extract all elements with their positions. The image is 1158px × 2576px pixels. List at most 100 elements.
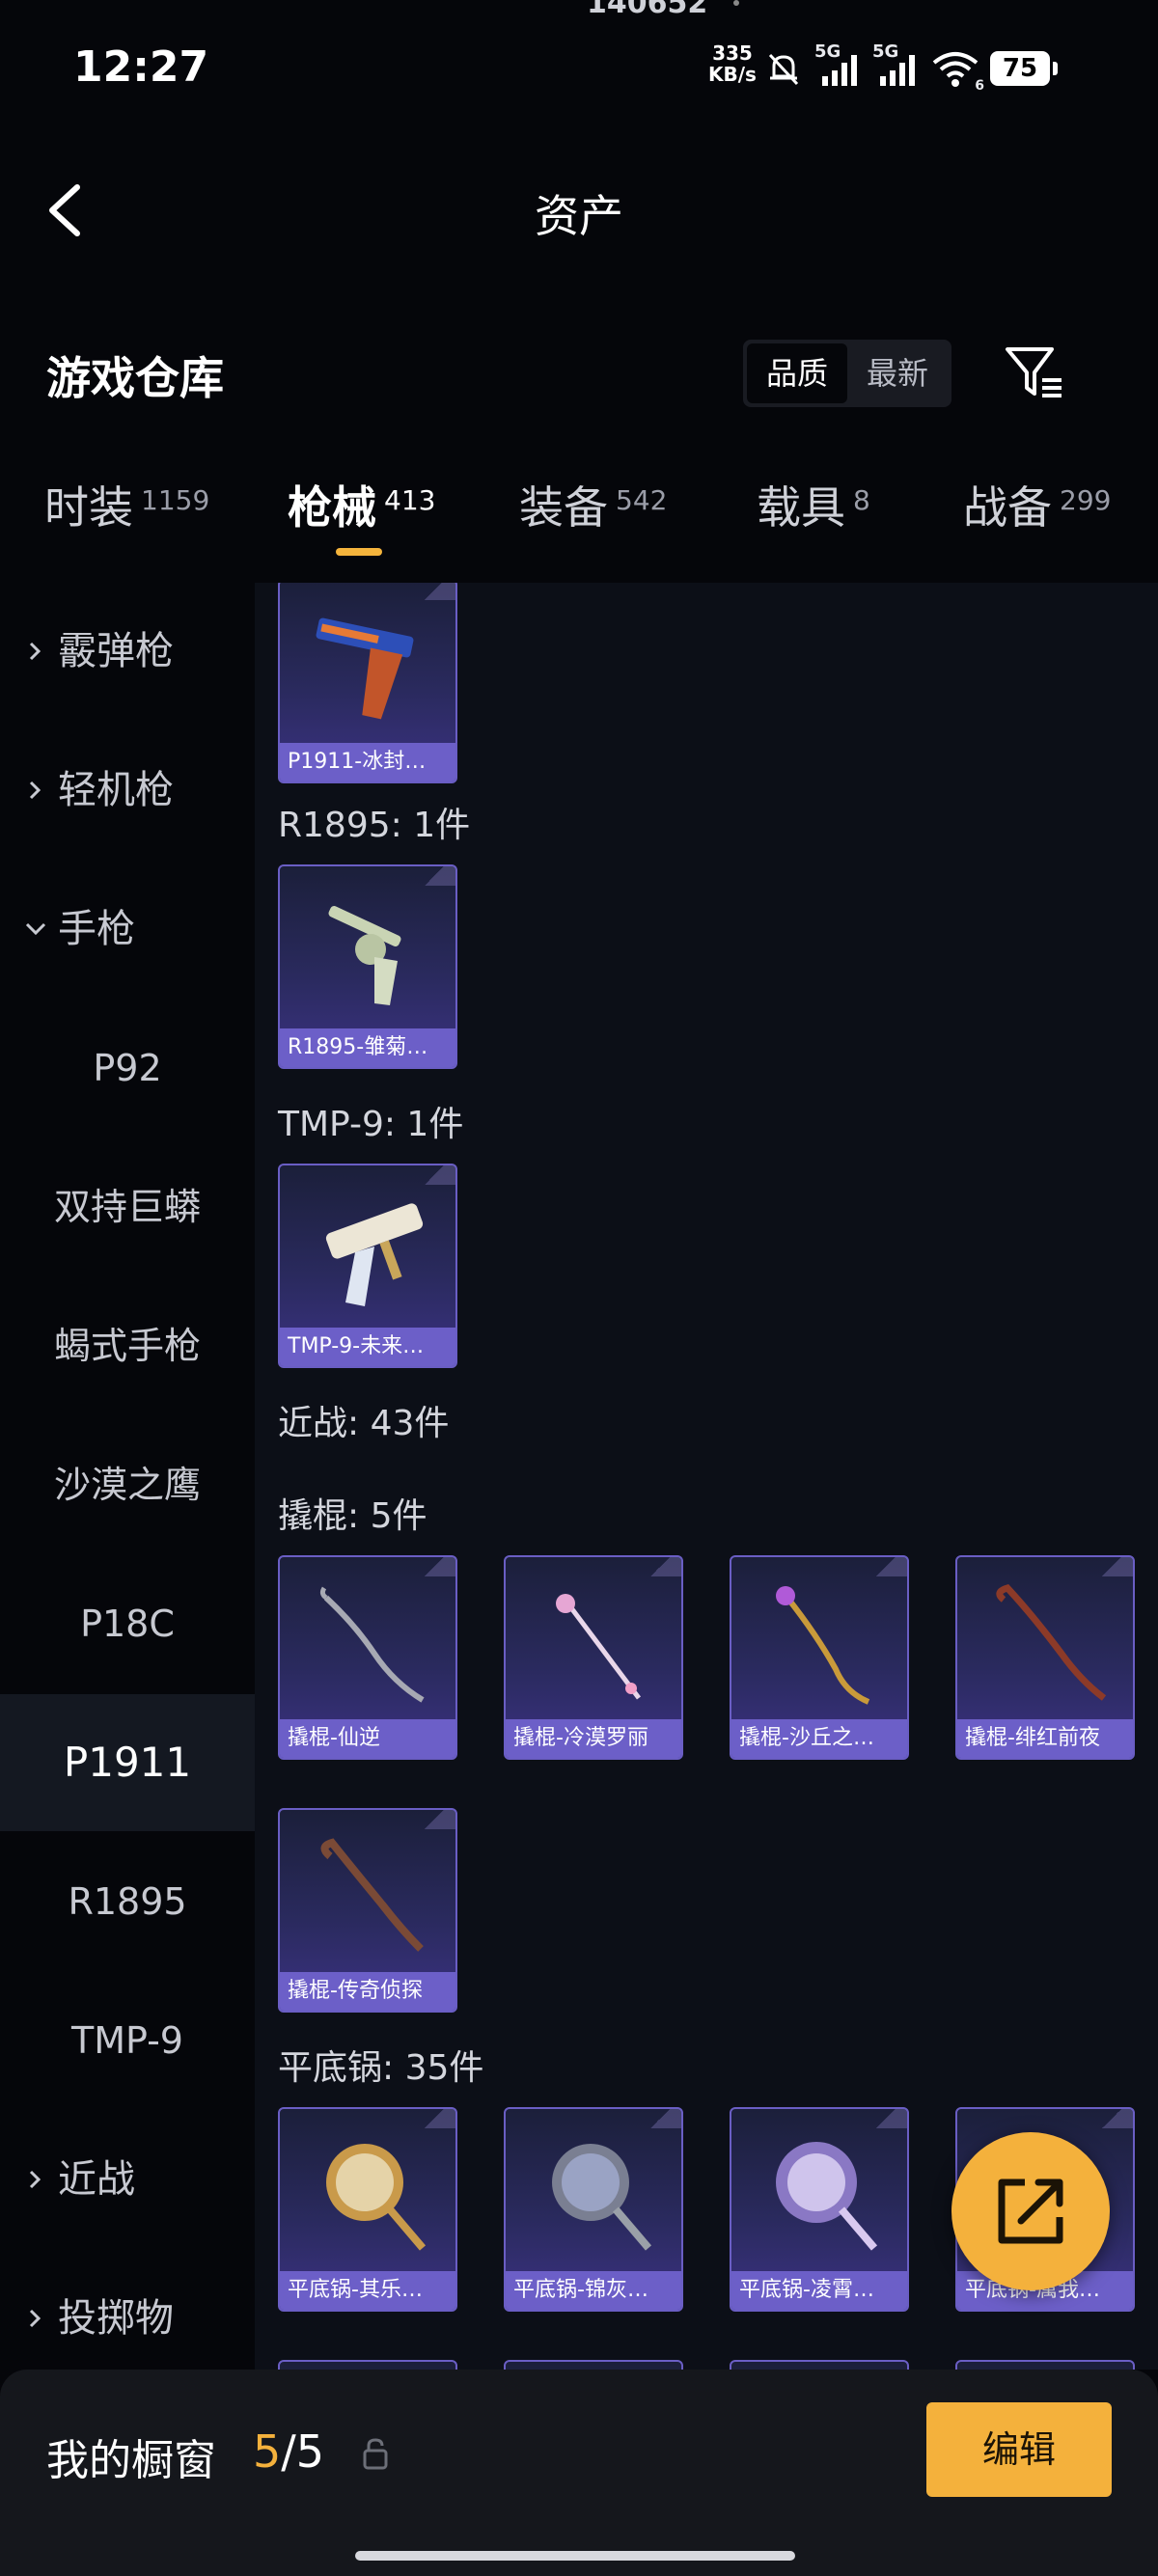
item-name: 平底锅-锦灰… xyxy=(506,2271,681,2310)
card-corner xyxy=(413,866,455,886)
sidebar-item-label: 近战 xyxy=(58,2157,135,2202)
item-card-crowbar-4[interactable]: 撬棍-绯红前夜 xyxy=(955,1555,1135,1760)
item-name: 撬棍-绯红前夜 xyxy=(957,1719,1133,1758)
sidebar-item-skorpion[interactable]: 蝎式手枪 xyxy=(0,1277,255,1414)
item-card-pan-3[interactable]: 平底锅-凌霄… xyxy=(730,2107,909,2312)
item-grid: P1911-冰封… R1895: 1件 R1895-雏菊… TMP-9: 1件 … xyxy=(255,583,1158,2370)
sidebar-item-r1895[interactable]: R1895 xyxy=(0,1833,255,1970)
sidebar-item-p92[interactable]: P92 xyxy=(0,1000,255,1137)
item-name: 撬棍-冷漠罗丽 xyxy=(506,1719,681,1758)
share-button[interactable] xyxy=(951,2132,1110,2290)
group-label-tmp9: TMP-9: 1件 xyxy=(278,1105,464,1144)
status-dot xyxy=(733,0,739,6)
tab-label: 枪械 xyxy=(288,481,376,534)
item-card-crowbar-3[interactable]: 撬棍-沙丘之… xyxy=(730,1555,909,1760)
tab-supplies[interactable]: 战备 299 xyxy=(963,473,1111,536)
smg-art-icon xyxy=(325,1203,424,1306)
tab-firearms[interactable]: 枪械 413 xyxy=(288,473,435,536)
showcase-count-current: 5 xyxy=(253,2425,282,2478)
sidebar-item-desert-eagle[interactable]: 沙漠之鹰 xyxy=(0,1416,255,1553)
sidebar-item-label: 投掷物 xyxy=(58,2296,174,2341)
sort-toggle: 品质 最新 xyxy=(743,340,951,407)
item-card-partial[interactable] xyxy=(278,2360,457,2370)
pan-art-icon xyxy=(326,2144,427,2251)
sort-option-newest[interactable]: 最新 xyxy=(847,343,948,403)
lock-icon xyxy=(363,2438,388,2470)
chevron-right-icon xyxy=(29,781,41,800)
item-card-partial[interactable] xyxy=(730,2360,909,2370)
card-corner xyxy=(413,1165,455,1185)
crowbar-art-icon xyxy=(319,1586,425,1703)
card-corner xyxy=(1090,2109,1133,2128)
tab-label: 时装 xyxy=(44,481,133,534)
sidebar-item-p18c[interactable]: P18C xyxy=(0,1555,255,1692)
signal-2-icon: 5G xyxy=(872,41,921,90)
warehouse-title: 游戏仓库 xyxy=(46,352,224,404)
item-name: 撬棍-传奇侦探 xyxy=(280,1972,455,2011)
sidebar-item-dual-python[interactable]: 双持巨蟒 xyxy=(0,1138,255,1275)
card-corner xyxy=(639,2109,681,2128)
filter-icon[interactable] xyxy=(1004,343,1065,401)
item-card-r1895[interactable]: R1895-雏菊… xyxy=(278,864,457,1069)
sidebar-item-melee[interactable]: 近战 xyxy=(0,2111,255,2248)
showcase-label: 我的橱窗 xyxy=(46,2436,216,2485)
crowbar-art-icon xyxy=(996,1584,1107,1701)
tab-vehicles[interactable]: 载具 8 xyxy=(757,473,870,536)
active-tab-indicator xyxy=(336,548,382,556)
sidebar-item-p1911[interactable]: P1911 xyxy=(0,1694,255,1831)
sidebar-item-throwables[interactable]: 投掷物 xyxy=(0,2250,255,2370)
home-indicator[interactable] xyxy=(355,2551,795,2561)
mute-bell-icon xyxy=(768,53,799,86)
sidebar-item-label: 手枪 xyxy=(58,907,135,951)
item-name: 撬棍-沙丘之… xyxy=(731,1719,907,1758)
tab-count: 299 xyxy=(1060,484,1112,516)
tab-equipment[interactable]: 装备 542 xyxy=(519,473,667,536)
item-name: 撬棍-仙逆 xyxy=(280,1719,455,1758)
group-label-crowbar: 撬棍: 5件 xyxy=(278,1496,427,1536)
item-card-p1911[interactable]: P1911-冰封… xyxy=(278,583,457,783)
tab-label: 装备 xyxy=(519,481,608,534)
tab-count: 8 xyxy=(853,484,870,516)
sidebar-item-pistol[interactable]: 手枪 xyxy=(0,861,255,998)
wifi-icon: 6 xyxy=(930,47,984,94)
signal-1-label: 5G xyxy=(814,41,841,62)
sort-option-quality[interactable]: 品质 xyxy=(747,343,847,403)
pan-art-icon xyxy=(776,2142,878,2251)
item-card-partial[interactable] xyxy=(955,2360,1135,2370)
signal-1-icon: 5G xyxy=(814,41,863,90)
sidebar-item-tmp9[interactable]: TMP-9 xyxy=(0,1972,255,2109)
item-card-pan-2[interactable]: 平底锅-锦灰… xyxy=(504,2107,683,2312)
tab-count: 413 xyxy=(384,484,436,516)
item-name: 平底锅-凌霄… xyxy=(731,2271,907,2310)
edit-button[interactable]: 编辑 xyxy=(926,2402,1112,2497)
crowbar-art-icon xyxy=(320,1838,424,1952)
status-icons: 5G 5G 6 75 xyxy=(762,41,1058,94)
battery-indicator: 75 xyxy=(990,51,1058,86)
crowbar-art-icon xyxy=(556,1594,641,1700)
card-corner xyxy=(413,1810,455,1829)
status-clock: 12:27 xyxy=(73,42,209,92)
item-card-tmp9[interactable]: TMP-9-未来… xyxy=(278,1164,457,1368)
network-speed-unit: KB/s xyxy=(708,63,757,86)
sidebar-item-lmg[interactable]: 轻机枪 xyxy=(0,722,255,859)
network-speed-value: 335 xyxy=(712,41,753,65)
page-title: 资产 xyxy=(535,190,623,242)
item-card-pan-1[interactable]: 平底锅-其乐… xyxy=(278,2107,457,2312)
item-card-crowbar-1[interactable]: 撬棍-仙逆 xyxy=(278,1555,457,1760)
sidebar-item-shotgun[interactable]: 霰弹枪 xyxy=(0,583,255,720)
showcase-count: 5/5 xyxy=(253,2425,324,2478)
card-corner xyxy=(865,2109,907,2128)
item-card-crowbar-5[interactable]: 撬棍-传奇侦探 xyxy=(278,1808,457,2013)
signal-2-label: 5G xyxy=(872,41,899,62)
tab-fashion[interactable]: 时装 1159 xyxy=(44,473,209,536)
item-card-partial[interactable] xyxy=(504,2360,683,2370)
showcase-bar: 我的橱窗 5/5 编辑 xyxy=(0,2370,1158,2576)
item-name: TMP-9-未来… xyxy=(280,1328,455,1366)
wifi-sub-label: 6 xyxy=(975,78,984,94)
group-label-melee: 近战: 43件 xyxy=(278,1404,450,1443)
group-label-r1895: R1895: 1件 xyxy=(278,806,471,845)
card-corner xyxy=(1090,1557,1133,1576)
chevron-right-icon xyxy=(29,642,41,661)
item-card-crowbar-2[interactable]: 撬棍-冷漠罗丽 xyxy=(504,1555,683,1760)
chevron-down-icon xyxy=(25,922,46,936)
